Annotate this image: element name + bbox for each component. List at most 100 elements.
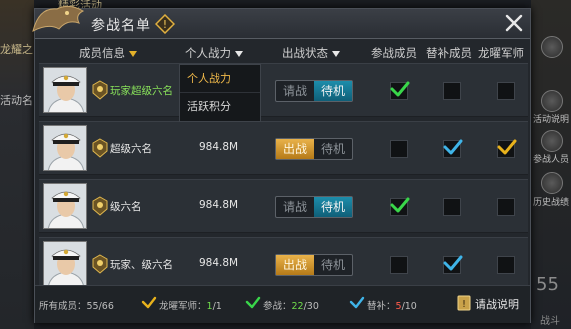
member-row: 超级六名 984.8M 出战 待机 xyxy=(39,121,528,175)
column-member-info-label: 成员信息 xyxy=(79,46,125,60)
dropdown-caret-icon xyxy=(235,50,243,57)
avatar[interactable] xyxy=(43,183,87,229)
column-power[interactable]: 个人战力 xyxy=(185,45,243,61)
column-power-label: 个人战力 xyxy=(185,46,231,60)
status-option-standby[interactable]: 待机 xyxy=(314,81,352,101)
member-name: 玩家、级六名 xyxy=(110,259,173,271)
column-strategist-label: 龙曜军师 xyxy=(478,46,524,60)
participating-count: 参战：22/30 xyxy=(263,298,319,312)
member-power: 984.8M xyxy=(199,199,239,211)
background-bottom-label: 战斗 xyxy=(540,316,560,327)
member-power: 984.8M xyxy=(199,257,239,269)
member-name: 超级六名 xyxy=(110,143,152,155)
column-participating: 参战成员 xyxy=(371,45,417,61)
avatar[interactable] xyxy=(43,67,87,113)
member-row: 玩家、级六名 984.8M 出战 待机 xyxy=(39,237,528,291)
participating-checkbox[interactable] xyxy=(390,256,408,274)
officer-portrait-icon xyxy=(44,126,86,170)
column-strategist: 龙曜军师 xyxy=(478,45,524,61)
participating-count-total: /30 xyxy=(303,301,319,312)
close-icon[interactable] xyxy=(504,13,524,33)
checkmark-icon xyxy=(443,255,463,271)
participating-checkbox[interactable] xyxy=(390,140,408,158)
strategist-check-icon xyxy=(141,296,157,309)
strategist-checkbox[interactable] xyxy=(497,256,515,274)
substitute-checkbox[interactable] xyxy=(443,82,461,100)
status-option-standby[interactable]: 待机 xyxy=(314,197,352,217)
request-battle-help-label: 请战说明 xyxy=(475,298,519,311)
substitute-check-icon xyxy=(349,296,365,309)
member-name: 玩家超级六名 xyxy=(110,85,173,97)
dialog-title: 参战名单 xyxy=(91,18,151,34)
side-label-activity: 活动说明 xyxy=(533,115,570,125)
member-power: 984.8M xyxy=(199,141,239,153)
background-label-1: 龙耀之 xyxy=(0,43,33,56)
dragon-emblem-icon xyxy=(32,5,85,32)
side-label-history: 历史战绩 xyxy=(533,198,570,208)
substitute-checkbox[interactable] xyxy=(443,198,461,216)
column-status-label: 出战状态 xyxy=(282,46,328,60)
status-option-standby[interactable]: 待机 xyxy=(314,139,352,159)
substitute-count: 替补：5/10 xyxy=(367,298,417,312)
column-substitute-label: 替补成员 xyxy=(426,46,472,60)
column-substitute: 替补成员 xyxy=(426,45,472,61)
avatar[interactable] xyxy=(43,241,87,287)
participating-checkbox[interactable] xyxy=(390,197,410,216)
member-name: 级六名 xyxy=(110,201,142,213)
participating-checkbox[interactable] xyxy=(390,81,410,100)
avatar[interactable] xyxy=(43,125,87,171)
substitute-count-label: 替补： xyxy=(367,301,396,312)
status-option-left[interactable]: 出战 xyxy=(276,139,314,159)
battle-status-toggle: 请战 待机 xyxy=(275,196,353,218)
info-diamond-icon[interactable]: ! xyxy=(155,14,175,34)
rank-badge-icon xyxy=(92,254,108,274)
sort-dropdown-menu: 个人战力 活跃积分 xyxy=(179,64,261,122)
all-members-count: 所有成员：55/66 xyxy=(39,298,114,312)
roster-footer: 所有成员：55/66 龙曜军师：1/1 参战：22/30 替补：5/10 ! 请… xyxy=(35,285,530,323)
battle-status-toggle: 出战 待机 xyxy=(275,254,353,276)
rank-badge-icon xyxy=(92,138,108,158)
strategist-count-total: /1 xyxy=(212,301,222,312)
strategist-checkbox[interactable] xyxy=(497,82,515,100)
participating-count-label: 参战： xyxy=(263,301,292,312)
checkmark-icon xyxy=(390,81,410,97)
battle-status-toggle: 请战 待机 xyxy=(275,80,353,102)
background-number: 55 xyxy=(536,274,559,295)
strategist-checkbox[interactable] xyxy=(497,139,517,158)
participating-check-icon xyxy=(245,296,261,309)
column-member-info[interactable]: 成员信息 xyxy=(79,45,137,61)
substitute-checkbox[interactable] xyxy=(443,255,463,274)
sort-option-power[interactable]: 个人战力 xyxy=(180,65,260,93)
rank-badge-icon xyxy=(92,196,108,216)
strategist-count-label: 龙曜军师： xyxy=(159,301,207,312)
rank-emblem-icon xyxy=(541,36,563,58)
status-option-left[interactable]: 请战 xyxy=(276,197,314,217)
column-participating-label: 参战成员 xyxy=(371,46,417,60)
history-icon[interactable] xyxy=(541,172,563,194)
officer-portrait-icon xyxy=(44,184,86,228)
sort-option-activity[interactable]: 活跃积分 xyxy=(180,93,260,121)
status-option-left[interactable]: 出战 xyxy=(276,255,314,275)
column-status[interactable]: 出战状态 xyxy=(282,45,340,61)
dropdown-caret-icon xyxy=(332,50,340,57)
battle-status-toggle: 出战 待机 xyxy=(275,138,353,160)
participants-icon[interactable] xyxy=(541,130,563,152)
side-label-participants: 参战人员 xyxy=(533,155,570,165)
checkmark-icon xyxy=(443,139,463,155)
sort-caret-icon xyxy=(129,50,137,57)
all-members-value: 55/66 xyxy=(86,301,114,312)
dialog-header: 参战名单 ! xyxy=(32,5,530,39)
member-row: 玩家超级六名 请战 待机 xyxy=(39,63,528,117)
help-book-icon: ! xyxy=(457,295,471,311)
checkmark-icon xyxy=(390,197,410,213)
strategist-checkbox[interactable] xyxy=(497,198,515,216)
status-option-left[interactable]: 请战 xyxy=(276,81,314,101)
strategist-count: 龙曜军师：1/1 xyxy=(159,298,222,312)
substitute-checkbox[interactable] xyxy=(443,139,463,158)
svg-text:!: ! xyxy=(462,299,466,310)
participating-count-current: 22 xyxy=(291,301,304,312)
member-row: 级六名 984.8M 请战 待机 xyxy=(39,179,528,233)
activity-info-icon[interactable] xyxy=(541,90,563,112)
all-members-label: 所有成员： xyxy=(39,301,87,312)
status-option-standby[interactable]: 待机 xyxy=(314,255,352,275)
